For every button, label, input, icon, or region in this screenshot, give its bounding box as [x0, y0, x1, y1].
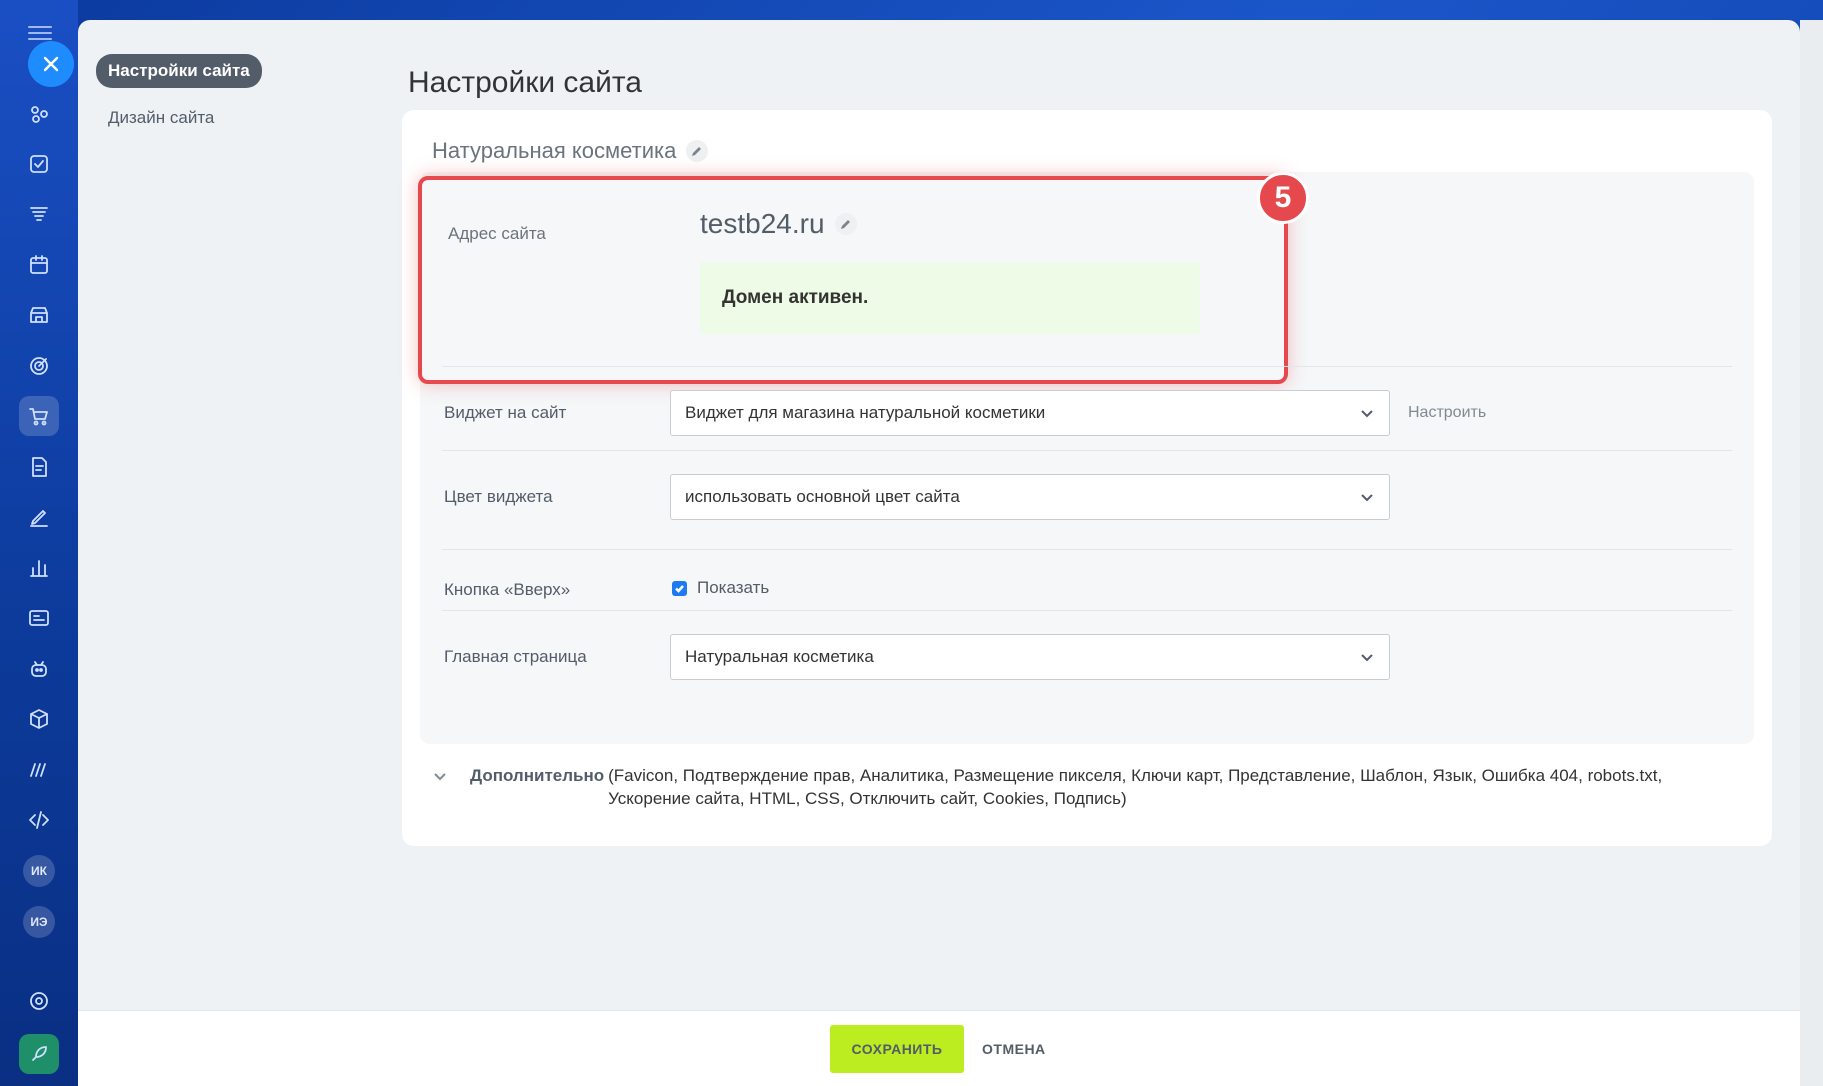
home-page-select[interactable]: Натуральная косметика — [670, 634, 1390, 680]
avatar[interactable]: ИК — [23, 855, 55, 887]
side-nav: Настройки сайта Дизайн сайта — [96, 54, 262, 128]
widget-select-value: Виджет для магазина натуральной косметик… — [685, 403, 1046, 422]
chevron-down-icon — [1359, 405, 1375, 421]
side-nav-item-design[interactable]: Дизайн сайта — [108, 108, 262, 128]
step-badge: 5 — [1257, 172, 1309, 224]
widget-select[interactable]: Виджет для магазина натуральной косметик… — [670, 390, 1390, 436]
settings-icon[interactable] — [19, 981, 59, 1021]
avatar[interactable]: ИЭ — [23, 906, 55, 938]
crm-icon[interactable] — [19, 94, 59, 134]
marketing-icon[interactable] — [19, 750, 59, 790]
settings-card: Натуральная косметика Адрес сайта testb2… — [402, 110, 1772, 846]
site-name-text: Натуральная косметика — [432, 138, 677, 163]
edit-pencil-icon[interactable] — [686, 140, 709, 162]
page-title: Настройки сайта — [408, 66, 642, 100]
up-button-label: Кнопка «Вверх» — [444, 580, 571, 599]
close-button[interactable] — [28, 41, 74, 87]
chevron-down-icon — [1359, 489, 1375, 505]
divider — [442, 549, 1732, 550]
close-icon — [43, 56, 59, 72]
up-button-checkbox-row[interactable]: Показать — [672, 578, 769, 598]
rocket-icon[interactable] — [19, 1034, 59, 1074]
cancel-button[interactable]: ОТМЕНА — [982, 1025, 1046, 1073]
up-button-checkbox-label: Показать — [697, 578, 770, 597]
up-button-checkbox[interactable] — [672, 580, 687, 596]
widget-color-label: Цвет виджета — [444, 487, 553, 506]
store-icon[interactable] — [19, 295, 59, 335]
widget-color-select[interactable]: использовать основной цвет сайта — [670, 474, 1390, 520]
target-icon[interactable] — [19, 346, 59, 386]
funnel-icon[interactable] — [19, 194, 59, 234]
box-icon[interactable] — [19, 699, 59, 739]
widget-color-value: использовать основной цвет сайта — [685, 487, 960, 506]
site-name: Натуральная косметика — [432, 138, 709, 164]
left-rail: ИК ИЭ — [0, 0, 78, 1086]
sign-icon[interactable] — [19, 497, 59, 537]
tasks-icon[interactable] — [19, 144, 59, 184]
calendar-icon[interactable] — [19, 245, 59, 285]
footer-bar: СОХРАНИТЬ ОТМЕНА — [78, 1010, 1800, 1086]
right-strip — [1800, 20, 1823, 1086]
divider — [442, 610, 1732, 611]
configure-link[interactable]: Настроить — [1408, 404, 1486, 422]
additional-title[interactable]: Дополнительно — [470, 764, 604, 810]
menu-icon[interactable] — [28, 22, 52, 40]
home-page-value: Натуральная косметика — [685, 647, 874, 666]
home-page-label: Главная страница — [444, 647, 587, 666]
cart-icon[interactable] — [19, 396, 59, 436]
chevron-down-icon — [1359, 649, 1375, 665]
divider — [442, 450, 1732, 451]
contact-card-icon[interactable] — [19, 598, 59, 638]
additional-section[interactable]: Дополнительно (Favicon, Подтверждение пр… — [432, 764, 1732, 810]
settings-form: Адрес сайта testb24.ru Домен активен. 5 … — [418, 172, 1754, 744]
analytics-icon[interactable] — [19, 548, 59, 588]
chevron-down-icon — [432, 767, 448, 783]
code-icon[interactable] — [19, 800, 59, 840]
save-button[interactable]: СОХРАНИТЬ — [830, 1025, 964, 1073]
settings-panel: Настройки сайта Дизайн сайта Настройки с… — [78, 20, 1800, 1086]
additional-list: (Favicon, Подтверждение прав, Аналитика,… — [608, 766, 1663, 808]
robot-icon[interactable] — [19, 649, 59, 689]
highlight-frame: 5 — [418, 172, 1309, 384]
document-icon[interactable] — [19, 447, 59, 487]
widget-label: Виджет на сайт — [444, 403, 567, 422]
side-nav-item-settings[interactable]: Настройки сайта — [96, 54, 262, 88]
divider — [442, 366, 1732, 367]
